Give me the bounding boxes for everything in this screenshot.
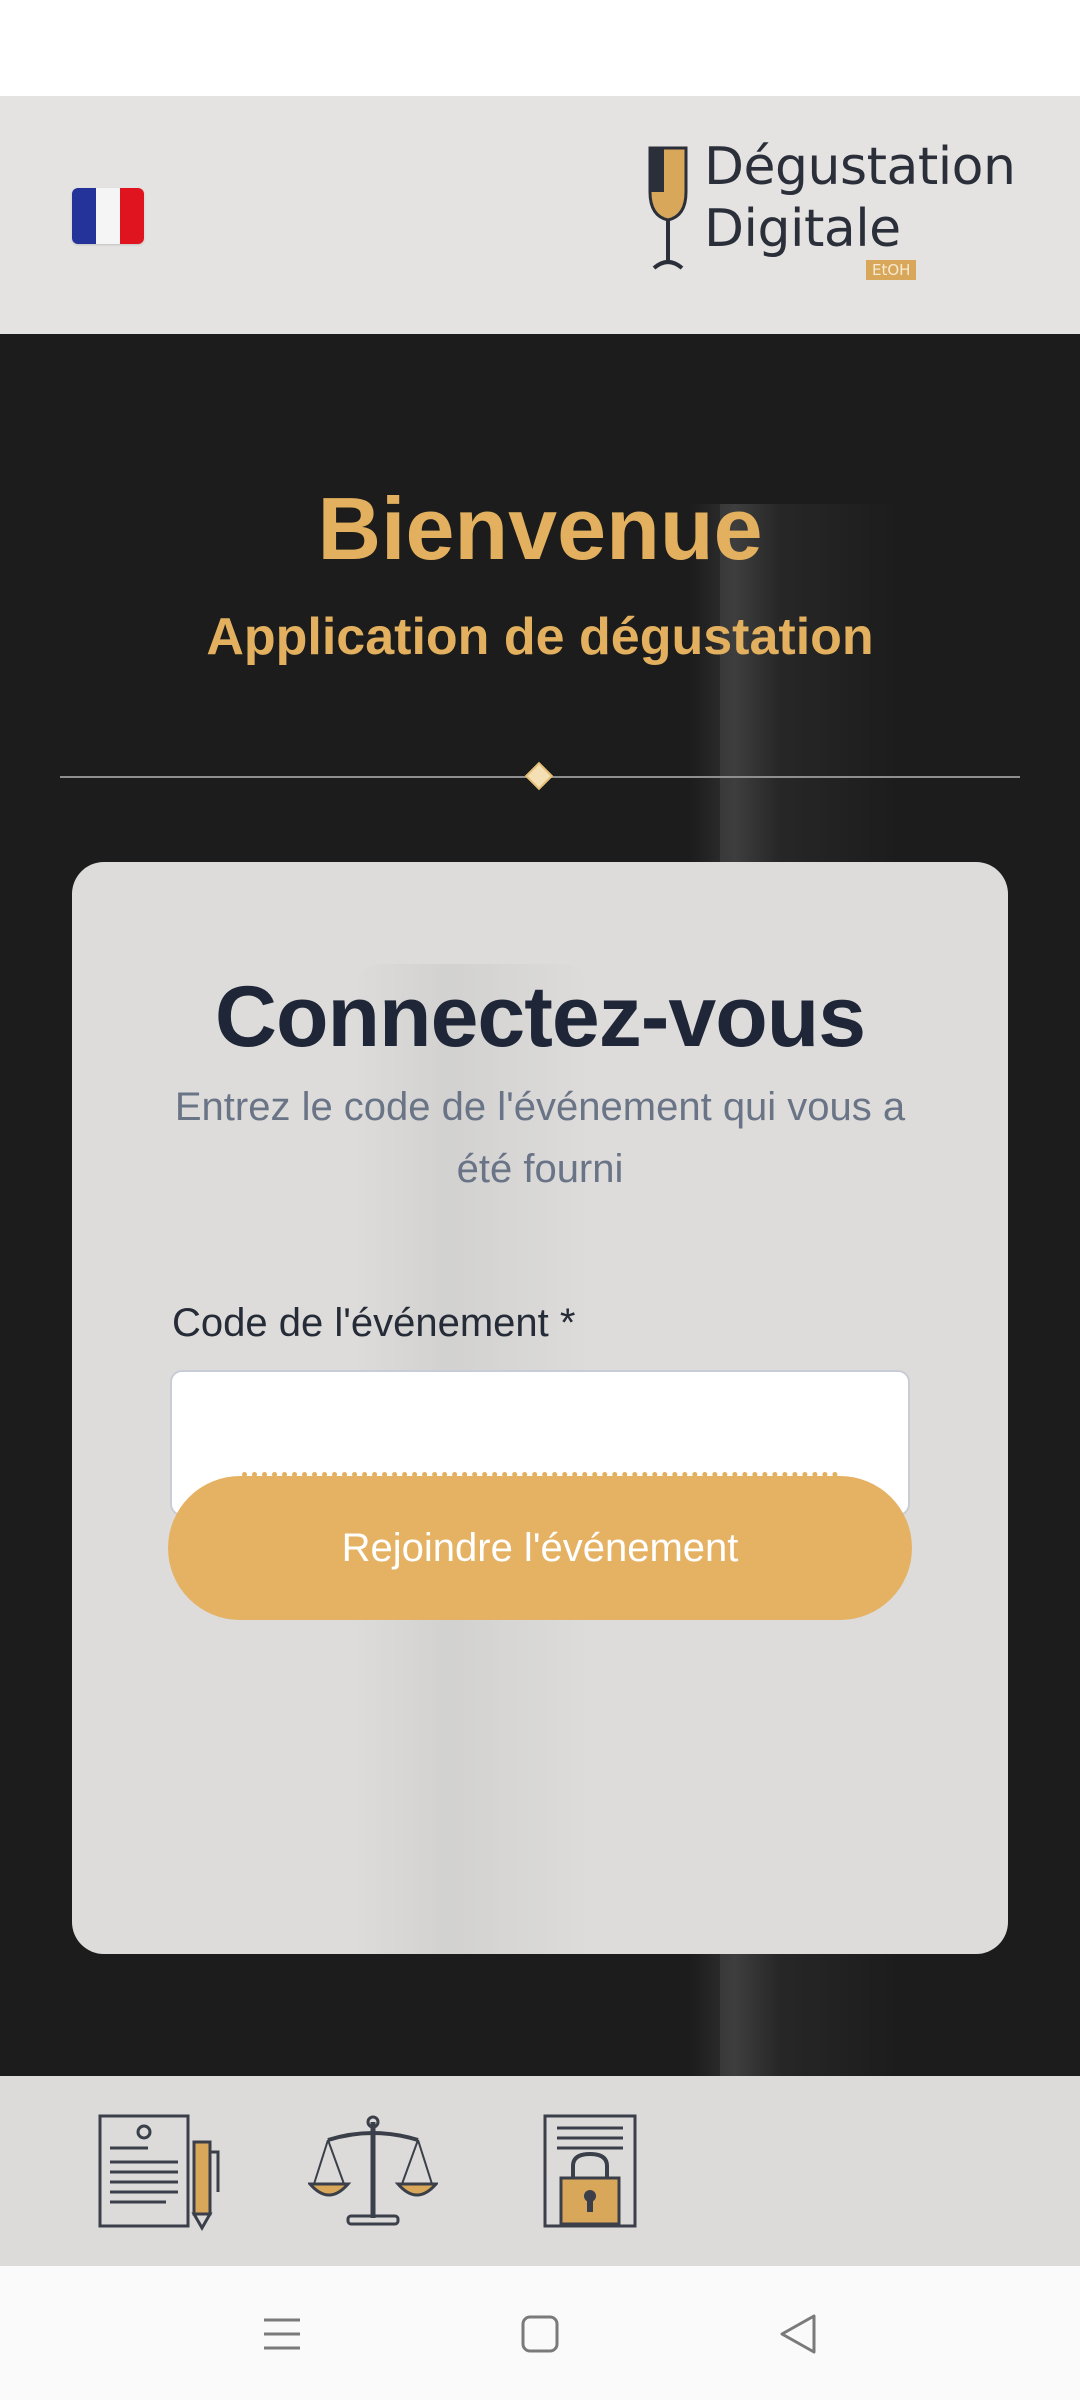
login-description: Entrez le code de l'événement qui vous a… (174, 1085, 906, 1191)
wine-glass-logo-icon (648, 146, 688, 270)
login-card: Connectez-vous Entrez le code de l'événe… (72, 862, 1008, 1954)
privacy-lock-icon[interactable] (525, 2112, 655, 2232)
join-event-button[interactable]: Rejoindre l'événement (168, 1476, 912, 1620)
france-flag-icon[interactable] (72, 188, 144, 244)
recents-icon[interactable] (252, 2306, 312, 2362)
logo-line-1: Dégustation (704, 137, 1016, 197)
degustation-digitale-logo: Dégustation Digitale EtOH (646, 136, 1036, 286)
divider-diamond-icon (524, 761, 554, 791)
status-bar (0, 0, 1080, 96)
welcome-subtitle: Application de dégustation (206, 608, 874, 666)
app-header: Dégustation Digitale EtOH (0, 96, 1080, 334)
logo-badge: EtOH (866, 260, 917, 280)
scales-of-justice-icon[interactable] (308, 2112, 438, 2232)
legal-notice-icon[interactable] (96, 2112, 226, 2232)
logo-wordmark: Dégustation Digitale (704, 136, 1016, 260)
system-navigation-bar (0, 2266, 1080, 2400)
back-icon[interactable] (768, 2306, 828, 2362)
event-code-label: Code de l'événement * (172, 1301, 576, 1345)
hero-section: Bienvenue Application de dégustation Con… (0, 334, 1080, 2076)
home-icon[interactable] (510, 2306, 570, 2362)
logo-line-2: Digitale (704, 199, 901, 259)
footer-bar (0, 2076, 1080, 2266)
login-title: Connectez-vous (214, 969, 866, 1065)
welcome-title: Bienvenue (317, 479, 763, 578)
